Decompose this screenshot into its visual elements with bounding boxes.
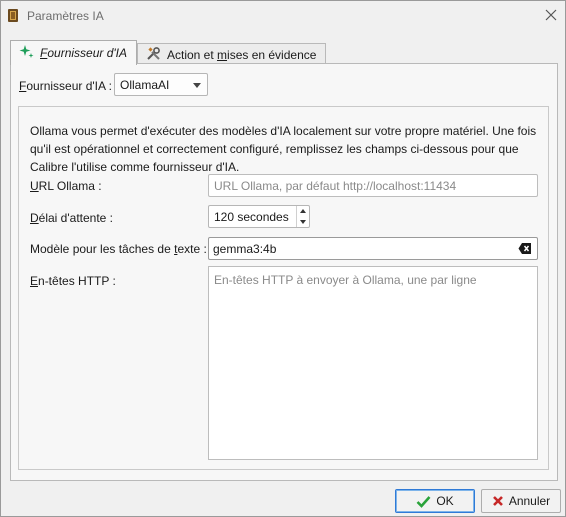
cross-icon [492, 496, 503, 506]
cancel-button[interactable]: Annuler [481, 489, 561, 513]
clear-button[interactable] [518, 242, 532, 255]
cancel-button-label: Annuler [508, 494, 551, 508]
http-headers-textarea[interactable] [208, 266, 538, 460]
ok-button[interactable]: OK [395, 489, 475, 513]
model-label: Modèle pour les tâches de texte : [30, 242, 207, 256]
tab-ai-provider[interactable]: Fournisseur d'IA [10, 40, 137, 65]
close-icon [545, 9, 557, 21]
timeout-spinbox[interactable]: 120 secondes [208, 205, 310, 228]
checkmark-icon [416, 495, 431, 508]
arrow-down-icon [300, 219, 306, 224]
title-bar: Paramètres IA [1, 1, 565, 31]
spin-down-button[interactable] [297, 217, 309, 228]
spin-buttons [296, 206, 309, 227]
window-title: Paramètres IA [27, 9, 104, 23]
tab-actions-highlights[interactable]: Action et mises en évidence [137, 43, 326, 65]
close-button[interactable] [541, 5, 561, 25]
model-value: gemma3:4b [213, 241, 277, 256]
calibre-app-icon [7, 8, 19, 23]
dialog-window: Paramètres IA Fournisseur d'IA Action et [0, 0, 566, 517]
chevron-down-icon [193, 83, 201, 88]
arrow-up-icon [300, 209, 306, 214]
clear-text-icon [518, 243, 531, 254]
tab-ai-provider-label: Fournisseur d'IA [40, 46, 128, 60]
provider-label: Fournisseur d'IA : [19, 79, 113, 93]
model-input[interactable]: gemma3:4b [208, 237, 538, 260]
tab-actions-highlights-label: Action et mises en évidence [167, 47, 317, 62]
spin-up-button[interactable] [297, 206, 309, 217]
provider-description: Ollama vous permet d'exécuter des modèle… [30, 124, 537, 174]
provider-select-value: OllamaAI [120, 77, 170, 92]
timeout-label: Délai d'attente : [30, 211, 114, 225]
provider-select[interactable]: OllamaAI [114, 73, 208, 96]
url-label: URL Ollama : [30, 179, 102, 193]
sparkle-icon [19, 44, 34, 62]
tools-icon [146, 46, 161, 64]
timeout-value: 120 secondes [214, 209, 289, 224]
ollama-url-input[interactable] [208, 174, 538, 197]
headers-label: En-têtes HTTP : [30, 274, 116, 288]
ok-button-label: OK [436, 494, 454, 508]
